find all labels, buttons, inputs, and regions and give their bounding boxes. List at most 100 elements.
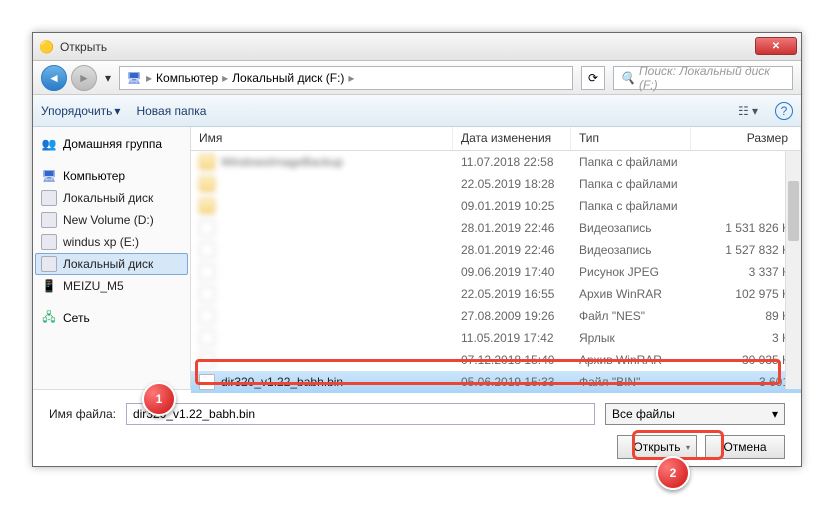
file-type: Архив WinRAR: [571, 287, 691, 301]
chevron-down-icon: ▾: [772, 407, 778, 421]
file-type: Папка с файлами: [571, 155, 691, 169]
file-date: 07.12.2018 15:40: [453, 353, 571, 367]
new-folder-button[interactable]: Новая папка: [136, 104, 206, 118]
folder-icon: [199, 198, 215, 214]
sidebar-drive-c[interactable]: Локальный диск: [33, 187, 190, 209]
file-row[interactable]: dir320_v1.22_babh.bin05.06.2019 15:33Фай…: [191, 371, 801, 393]
breadcrumb-drive[interactable]: Локальный диск (F:): [232, 71, 344, 85]
folder-icon: [199, 176, 215, 192]
col-date[interactable]: Дата изменения: [453, 127, 571, 150]
file-icon: [199, 308, 215, 324]
sidebar-drive-d[interactable]: New Volume (D:): [33, 209, 190, 231]
file-date: 09.01.2019 10:25: [453, 199, 571, 213]
network-icon: 🖧: [41, 310, 57, 326]
view-button[interactable]: ☷ ▾: [737, 100, 759, 122]
sidebar-drive-f[interactable]: Локальный диск: [35, 253, 188, 275]
titlebar[interactable]: 🟡 Открыть ✕: [33, 33, 801, 61]
file-date: 22.05.2019 18:28: [453, 177, 571, 191]
cancel-button[interactable]: Отмена: [705, 435, 785, 459]
col-type[interactable]: Тип: [571, 127, 691, 150]
nav-bar: ◄ ► ▾ 🖥 ▸ Компьютер ▸ Локальный диск (F:…: [33, 61, 801, 95]
column-headers[interactable]: Имя Дата изменения Тип Размер: [191, 127, 801, 151]
file-date: 09.06.2019 17:40: [453, 265, 571, 279]
file-type: Архив WinRAR: [571, 353, 691, 367]
file-icon: [199, 352, 215, 368]
search-icon: 🔍: [620, 71, 635, 85]
address-bar[interactable]: 🖥 ▸ Компьютер ▸ Локальный диск (F:) ▸: [119, 66, 573, 90]
sidebar-meizu[interactable]: 📱MEIZU_M5: [33, 275, 190, 297]
sidebar-network[interactable]: 🖧Сеть: [33, 307, 190, 329]
file-row[interactable]: 09.01.2019 10:25Папка с файлами: [191, 195, 801, 217]
file-date: 11.07.2018 22:58: [453, 155, 571, 169]
file-icon: [199, 374, 215, 390]
folder-icon: [199, 154, 215, 170]
forward-button[interactable]: ►: [71, 65, 97, 91]
file-row[interactable]: 28.01.2019 22:46Видеозапись1 531 826 К: [191, 217, 801, 239]
file-row[interactable]: 28.01.2019 22:46Видеозапись1 527 832 К: [191, 239, 801, 261]
file-list: Имя Дата изменения Тип Размер WindowsIma…: [191, 127, 801, 389]
sidebar-computer[interactable]: 🖥Компьютер: [33, 165, 190, 187]
scrollbar-thumb[interactable]: [788, 181, 799, 241]
file-row[interactable]: 27.08.2009 19:26Файл "NES"89 К: [191, 305, 801, 327]
file-date: 11.05.2019 17:42: [453, 331, 571, 345]
file-type: Папка с файлами: [571, 177, 691, 191]
dialog-body: 👥Домашняя группа 🖥Компьютер Локальный ди…: [33, 127, 801, 389]
file-date: 22.05.2019 16:55: [453, 287, 571, 301]
drive-icon: [41, 256, 57, 272]
file-row[interactable]: 07.12.2018 15:40Архив WinRAR30 935 К: [191, 349, 801, 371]
breadcrumb-computer[interactable]: Компьютер: [156, 71, 218, 85]
help-button[interactable]: ?: [775, 102, 793, 120]
sidebar-drive-e[interactable]: windus xp (E:): [33, 231, 190, 253]
breadcrumb-sep: ▸: [222, 71, 228, 85]
file-row[interactable]: WindowsImageBackup 11.07.2018 22:58Папка …: [191, 151, 801, 173]
col-size[interactable]: Размер: [691, 127, 801, 150]
col-name[interactable]: Имя: [191, 127, 453, 150]
split-dropdown-icon[interactable]: ▾: [686, 443, 690, 452]
open-button[interactable]: Открыть ▾: [617, 435, 697, 459]
nav-history-dropdown[interactable]: ▾: [101, 71, 115, 85]
breadcrumb-sep: ▸: [146, 71, 152, 85]
drive-icon: [41, 190, 57, 206]
file-type: Файл "BIN": [571, 375, 691, 389]
annotation-marker-2: 2: [656, 456, 690, 490]
file-row[interactable]: 09.06.2019 17:40Рисунок JPEG3 337 К: [191, 261, 801, 283]
file-row[interactable]: 11.05.2019 17:42Ярлык3 К: [191, 327, 801, 349]
sidebar-homegroup[interactable]: 👥Домашняя группа: [33, 133, 190, 155]
search-placeholder: Поиск: Локальный диск (F:): [639, 64, 786, 92]
title-text: Открыть: [60, 40, 107, 54]
file-type: Видеозапись: [571, 243, 691, 257]
file-icon: [199, 242, 215, 258]
computer-icon: 🖥: [41, 168, 57, 184]
close-button[interactable]: ✕: [755, 37, 797, 55]
file-date: 27.08.2009 19:26: [453, 309, 571, 323]
file-icon: [199, 330, 215, 346]
filename-label: Имя файла:: [49, 407, 116, 421]
file-row[interactable]: 22.05.2019 18:28Папка с файлами: [191, 173, 801, 195]
file-type: Файл "NES": [571, 309, 691, 323]
file-icon: [199, 264, 215, 280]
sidebar: 👥Домашняя группа 🖥Компьютер Локальный ди…: [33, 127, 191, 389]
file-date: 28.01.2019 22:46: [453, 221, 571, 235]
computer-icon: 🖥: [126, 70, 142, 86]
file-type: Папка с файлами: [571, 199, 691, 213]
breadcrumb-sep: ▸: [348, 71, 354, 85]
organize-button[interactable]: Упорядочить ▾: [41, 104, 120, 118]
file-type: Видеозапись: [571, 221, 691, 235]
file-type: Рисунок JPEG: [571, 265, 691, 279]
file-date: 28.01.2019 22:46: [453, 243, 571, 257]
scrollbar[interactable]: [785, 151, 801, 389]
file-row[interactable]: 22.05.2019 16:55Архив WinRAR102 975 К: [191, 283, 801, 305]
file-name: WindowsImageBackup: [221, 155, 343, 169]
file-type-filter[interactable]: Все файлы▾: [605, 403, 785, 425]
app-icon: 🟡: [39, 40, 54, 54]
filename-input[interactable]: [126, 403, 595, 425]
chevron-down-icon: ▾: [114, 104, 120, 118]
homegroup-icon: 👥: [41, 136, 57, 152]
search-input[interactable]: 🔍 Поиск: Локальный диск (F:): [613, 66, 793, 90]
phone-icon: 📱: [41, 278, 57, 294]
back-button[interactable]: ◄: [41, 65, 67, 91]
file-icon: [199, 286, 215, 302]
refresh-button[interactable]: ⟳: [581, 66, 605, 90]
drive-icon: [41, 234, 57, 250]
file-icon: [199, 220, 215, 236]
